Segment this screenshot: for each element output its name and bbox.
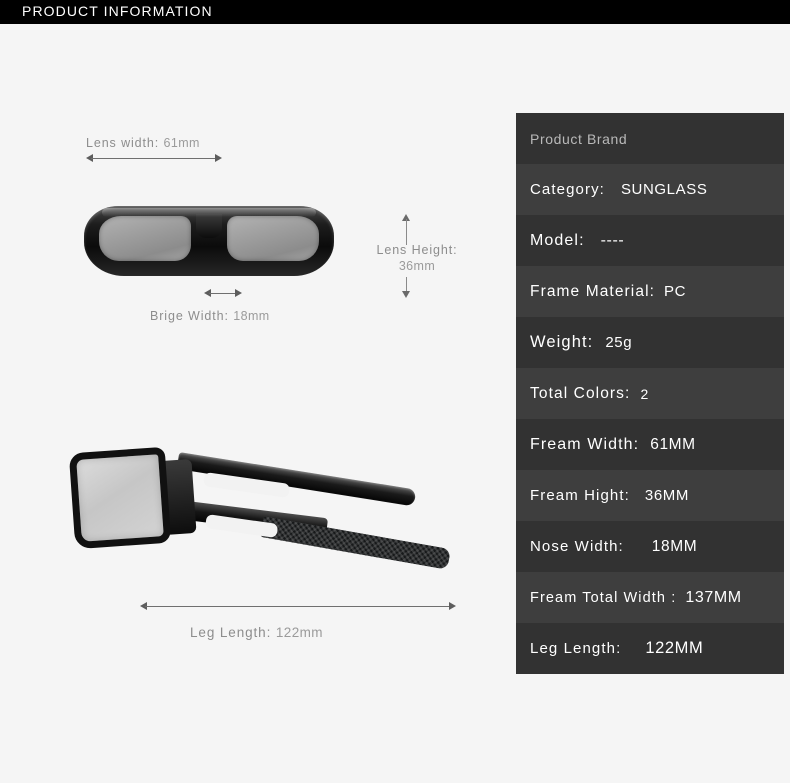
- arrow-head-right-icon: [449, 602, 456, 610]
- table-row: Nose Width: 18MM: [516, 521, 784, 572]
- bridge-width-callout: Brige Width: 18mm: [150, 309, 270, 323]
- lens-right: [227, 216, 319, 261]
- spec-label: Frame Material:: [530, 282, 656, 300]
- product-illustration-panel: Lens width: 61mm Lens Height: 36mm Brige…: [0, 24, 500, 783]
- arrow-line: [209, 293, 237, 294]
- spec-value: 18MM: [651, 537, 698, 555]
- table-row: Model: ----: [516, 215, 784, 266]
- bridge-width-label: Brige Width:: [150, 309, 229, 323]
- arrow-line: [145, 606, 451, 607]
- lens-width-label: Lens width:: [86, 136, 160, 150]
- page-title: PRODUCT INFORMATION: [22, 3, 213, 19]
- header-bar: PRODUCT INFORMATION: [0, 0, 790, 24]
- table-row: Leg Length: 122MM: [516, 623, 784, 674]
- leg-length-callout: Leg Length: 122mm: [190, 625, 323, 640]
- lens-left: [99, 216, 191, 261]
- spec-label: Fream Total Width :: [530, 589, 677, 606]
- bridge-width-value: 18mm: [233, 309, 270, 323]
- spec-label: Total Colors:: [530, 384, 631, 402]
- lens-width-arrow-icon: [86, 154, 222, 163]
- table-row: Fream Width: 61MM: [516, 419, 784, 470]
- lens-side: [68, 446, 172, 550]
- spec-label: Model:: [530, 231, 585, 249]
- spec-label: Product Brand: [530, 130, 628, 147]
- spec-value: 36MM: [644, 487, 689, 504]
- lens-height-value: 36mm: [398, 259, 436, 273]
- arrow-head-right-icon: [235, 289, 242, 297]
- lens-height-label: Lens Height:: [376, 243, 458, 257]
- arrow-head-right-icon: [215, 154, 222, 162]
- lens-width-value: 61mm: [163, 136, 200, 150]
- arrow-line: [91, 158, 217, 159]
- sunglasses-side-view-image: [66, 428, 451, 578]
- table-row: Weight: 25g: [516, 317, 784, 368]
- spec-value: PC: [664, 283, 687, 300]
- table-row: Category: SUNGLASS: [516, 164, 784, 215]
- leg-length-arrow-icon: [140, 602, 456, 611]
- spec-value: ----: [600, 231, 625, 249]
- spec-label: Nose Width:: [530, 538, 624, 555]
- spec-value: 137MM: [685, 588, 742, 606]
- arrow-head-down-icon: [402, 291, 410, 298]
- leg-length-label: Leg Length:: [190, 625, 272, 640]
- table-row: Fream Hight: 36MM: [516, 470, 784, 521]
- spec-value: 25g: [605, 334, 633, 351]
- bridge-width-arrow-icon: [204, 289, 242, 298]
- lens-height-callout: Lens Height: 36mm: [372, 242, 462, 274]
- table-row: Total Colors: 2: [516, 368, 784, 419]
- frame-highlight: [102, 208, 316, 217]
- nose-bridge: [196, 214, 222, 238]
- spec-label: Leg Length:: [530, 640, 622, 657]
- spec-value: SUNGLASS: [620, 181, 708, 198]
- carbon-fiber-temple-tip: [260, 516, 451, 570]
- spec-label: Weight:: [530, 333, 594, 351]
- spec-value: 61MM: [650, 435, 696, 453]
- spec-label: Fream Hight:: [530, 487, 630, 504]
- leg-length-value: 122mm: [275, 625, 323, 640]
- spec-value: 122MM: [645, 639, 704, 657]
- table-row: Product Brand: [516, 113, 784, 164]
- specifications-table: Product Brand Category: SUNGLASS Model: …: [516, 113, 784, 674]
- lens-width-callout: Lens width: 61mm: [86, 136, 200, 150]
- lens-height-arrow-bottom-icon: [402, 272, 411, 298]
- table-row: Fream Total Width : 137MM: [516, 572, 784, 623]
- spec-value: 2: [640, 385, 649, 402]
- table-row: Frame Material: PC: [516, 266, 784, 317]
- spec-label: Fream Width:: [530, 435, 640, 453]
- spec-label: Category:: [530, 181, 605, 198]
- sunglasses-front-view-image: [84, 200, 334, 282]
